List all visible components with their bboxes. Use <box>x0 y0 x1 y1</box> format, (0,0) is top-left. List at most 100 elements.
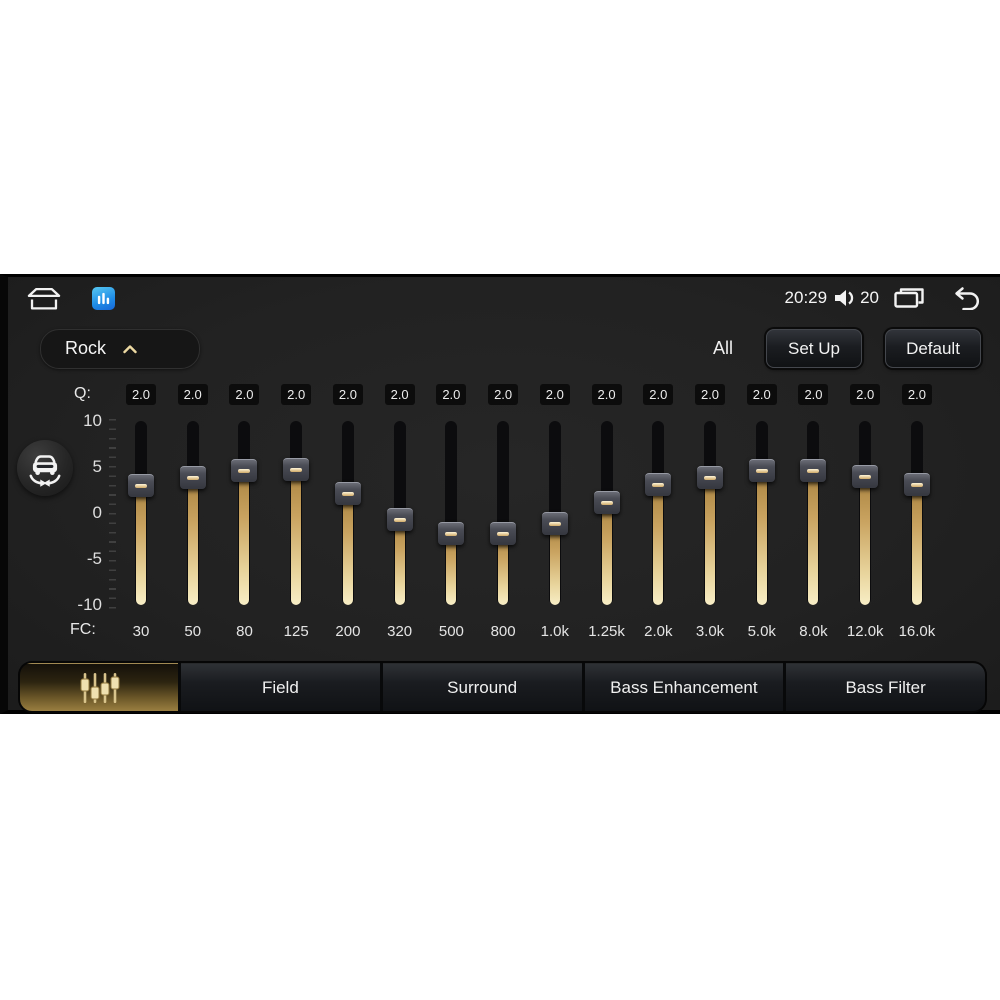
tab-bass-filter[interactable]: Bass Filter <box>786 663 985 711</box>
gain-slider[interactable] <box>179 421 206 605</box>
slider-handle[interactable] <box>645 473 672 497</box>
freq-label: 16.0k <box>898 623 936 640</box>
slider-fill <box>860 476 871 605</box>
eq-band-125: 2.0 125 <box>270 377 322 647</box>
slider-fill <box>136 485 146 605</box>
q-value[interactable]: 2.0 <box>126 384 156 405</box>
gain-slider[interactable] <box>128 421 154 605</box>
gain-slider[interactable] <box>697 421 724 605</box>
back-icon[interactable] <box>950 286 980 310</box>
gain-slider[interactable] <box>800 421 827 605</box>
eq-band-200: 2.0 200 <box>322 377 374 647</box>
q-value[interactable]: 2.0 <box>539 384 570 405</box>
chevron-up-icon <box>122 344 138 354</box>
slider-handle[interactable] <box>128 474 154 498</box>
q-value[interactable]: 2.0 <box>746 384 777 405</box>
q-value[interactable]: 2.0 <box>901 384 932 405</box>
slider-handle[interactable] <box>748 458 775 482</box>
slider-handle[interactable] <box>903 473 930 497</box>
eq-band-1.0k: 2.0 1.0k <box>529 377 581 647</box>
q-value[interactable]: 2.0 <box>384 384 415 405</box>
gain-slider[interactable] <box>748 421 775 605</box>
q-value[interactable]: 2.0 <box>695 384 726 405</box>
setup-button[interactable]: Set Up <box>766 329 862 368</box>
eq-band-2.0k: 2.0 2.0k <box>632 377 684 647</box>
tab-surround[interactable]: Surround <box>382 663 582 711</box>
slider-handle[interactable] <box>697 466 724 490</box>
eq-band-50: 2.0 50 <box>167 377 219 647</box>
q-value[interactable]: 2.0 <box>281 384 312 405</box>
eq-band-30: 2.0 30 <box>115 377 167 647</box>
default-button[interactable]: Default <box>885 329 981 368</box>
slider-fill <box>653 484 664 605</box>
slider-handle[interactable] <box>490 522 517 546</box>
eq-band-12.0k: 2.0 12.0k <box>839 377 891 647</box>
slider-handle[interactable] <box>283 457 310 481</box>
gain-slider[interactable] <box>903 421 930 605</box>
eq-band-500: 2.0 500 <box>425 377 477 647</box>
tab-bass-enhancement[interactable]: Bass Enhancement <box>584 663 784 711</box>
q-value[interactable]: 2.0 <box>177 384 208 405</box>
recent-apps-icon[interactable] <box>893 286 925 310</box>
car-surround-button[interactable] <box>17 440 73 496</box>
gain-slider[interactable] <box>438 421 465 605</box>
slider-fill <box>187 477 198 605</box>
bottom-tab-bar: Field Surround Bass Enhancement Bass Fil… <box>20 663 985 711</box>
db-scale-label: 10 <box>83 411 102 430</box>
gain-slider[interactable] <box>541 421 568 605</box>
head-unit-screen: 20:29 20 Rock All Set Up Default Q: FC: … <box>0 274 1000 714</box>
slider-handle[interactable] <box>800 458 827 482</box>
eq-band-800: 2.0 800 <box>477 377 529 647</box>
q-value[interactable]: 2.0 <box>488 384 519 405</box>
clock: 20:29 <box>784 288 828 307</box>
slider-handle[interactable] <box>334 481 361 505</box>
slider-handle[interactable] <box>438 522 465 546</box>
equalizer-app-icon[interactable] <box>92 286 115 310</box>
page: 20:29 20 Rock All Set Up Default Q: FC: … <box>0 0 1000 1000</box>
q-value[interactable]: 2.0 <box>332 384 363 405</box>
slider-fill <box>601 501 612 605</box>
db-scale-label: -10 <box>77 595 102 614</box>
gain-slider[interactable] <box>490 421 517 605</box>
q-value[interactable]: 2.0 <box>229 384 260 405</box>
slider-fill <box>342 492 353 605</box>
preset-label: Rock <box>65 338 107 358</box>
home-icon[interactable] <box>26 286 62 311</box>
q-value[interactable]: 2.0 <box>436 384 467 405</box>
equalizer-sliders-icon <box>76 671 122 705</box>
eq-band-320: 2.0 320 <box>374 377 426 647</box>
eq-band-16.0k: 2.0 16.0k <box>891 377 943 647</box>
slider-handle[interactable] <box>231 458 258 482</box>
eq-band-5.0k: 2.0 5.0k <box>736 377 788 647</box>
gain-slider[interactable] <box>852 421 879 605</box>
gain-slider[interactable] <box>231 421 258 605</box>
tab-field[interactable]: Field <box>181 663 380 711</box>
gain-slider[interactable] <box>283 421 310 605</box>
status-right: 20:29 20 <box>785 286 980 310</box>
slider-fill <box>911 484 922 605</box>
speaker-icon <box>833 288 857 308</box>
gain-slider[interactable] <box>645 421 672 605</box>
slider-fill <box>808 469 819 605</box>
slider-fill <box>756 469 767 605</box>
slider-handle[interactable] <box>541 512 568 536</box>
tab-equalizer[interactable] <box>20 663 178 711</box>
slider-fill <box>394 518 405 605</box>
db-scale: 10 5 0 -5 -10 <box>44 377 102 647</box>
q-value[interactable]: 2.0 <box>798 384 829 405</box>
eq-band-3.0k: 2.0 3.0k <box>684 377 736 647</box>
q-value[interactable]: 2.0 <box>591 384 622 405</box>
slider-fill <box>239 469 250 605</box>
slider-handle[interactable] <box>852 465 879 489</box>
q-value[interactable]: 2.0 <box>643 384 674 405</box>
slider-handle[interactable] <box>386 507 413 531</box>
q-value[interactable]: 2.0 <box>850 384 881 405</box>
all-button[interactable]: All <box>713 338 733 359</box>
gain-slider[interactable] <box>593 421 620 605</box>
gain-slider[interactable] <box>386 421 413 605</box>
slider-handle[interactable] <box>593 490 620 514</box>
gain-slider[interactable] <box>334 421 361 605</box>
preset-dropdown[interactable]: Rock <box>40 328 200 369</box>
volume-level: 20 <box>860 288 879 307</box>
slider-handle[interactable] <box>179 466 206 490</box>
